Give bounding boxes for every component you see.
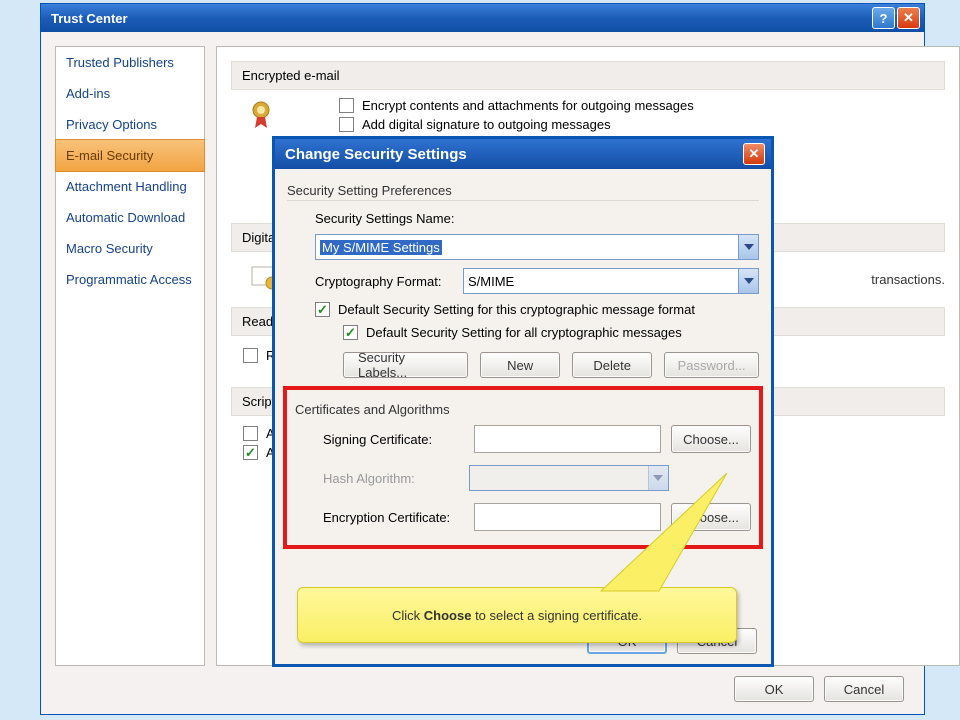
checkbox-sign[interactable] <box>339 117 354 132</box>
main-ok-button[interactable]: OK <box>734 676 814 702</box>
dialog-close-button[interactable]: ✕ <box>743 143 765 165</box>
crypto-format-combo[interactable]: S/MIME <box>463 268 759 294</box>
nav-item-automatic-download[interactable]: Automatic Download <box>56 202 204 233</box>
main-cancel-button[interactable]: Cancel <box>824 676 904 702</box>
nav-item-macro-security[interactable]: Macro Security <box>56 233 204 264</box>
security-labels-button[interactable]: Security Labels... <box>343 352 468 378</box>
callout-text: Click Choose to select a signing certifi… <box>392 607 642 624</box>
nav-item-trusted-publishers[interactable]: Trusted Publishers <box>56 47 204 78</box>
hash-algo-combo <box>469 465 669 491</box>
section-certs: Certificates and Algorithms <box>295 396 751 419</box>
encryption-cert-field[interactable] <box>474 503 661 531</box>
delete-button[interactable]: Delete <box>572 352 652 378</box>
label-sign: Add digital signature to outgoing messag… <box>362 117 611 132</box>
chevron-down-icon <box>648 466 668 490</box>
checkbox-encrypt[interactable] <box>339 98 354 113</box>
checkbox-default-format[interactable] <box>315 302 330 317</box>
choose-encryption-button[interactable]: Choose... <box>671 503 751 531</box>
chevron-down-icon[interactable] <box>738 235 758 259</box>
settings-name-combo[interactable]: My S/MIME Settings <box>315 234 759 260</box>
nav-panel: Trusted PublishersAdd-insPrivacy Options… <box>55 46 205 666</box>
main-footer: OK Cancel <box>734 676 904 702</box>
change-security-dialog: Change Security Settings ✕ Security Sett… <box>272 136 774 667</box>
nav-item-attachment-handling[interactable]: Attachment Handling <box>56 171 204 202</box>
checkbox-default-all[interactable] <box>343 325 358 340</box>
choose-signing-button[interactable]: Choose... <box>671 425 751 453</box>
nav-item-e-mail-security[interactable]: E-mail Security <box>55 139 205 172</box>
label-signing-cert: Signing Certificate: <box>323 432 464 447</box>
new-button[interactable]: New <box>480 352 560 378</box>
dialog-title: Change Security Settings <box>281 146 743 163</box>
checkbox-script-b[interactable] <box>243 445 258 460</box>
label-crypto-format: Cryptography Format: <box>315 274 455 289</box>
group-encrypted-header: Encrypted e-mail <box>231 61 945 90</box>
label-hash-algo: Hash Algorithm: <box>323 471 459 486</box>
nav-item-add-ins[interactable]: Add-ins <box>56 78 204 109</box>
help-button[interactable]: ? <box>872 7 895 29</box>
dialog-titlebar: Change Security Settings ✕ <box>275 139 771 169</box>
password-button: Password... <box>664 352 759 378</box>
checkbox-read[interactable] <box>243 348 258 363</box>
ribbon-icon <box>247 100 275 130</box>
nav-item-programmatic-access[interactable]: Programmatic Access <box>56 264 204 295</box>
callout: Click Choose to select a signing certifi… <box>297 587 737 655</box>
titlebar: Trust Center ? ✕ <box>41 4 924 32</box>
chevron-down-icon[interactable] <box>738 269 758 293</box>
checkbox-script-a[interactable] <box>243 426 258 441</box>
nav-item-privacy-options[interactable]: Privacy Options <box>56 109 204 140</box>
section-preferences: Security Setting Preferences <box>287 177 759 201</box>
label-settings-name: Security Settings Name: <box>315 211 475 226</box>
signing-cert-field[interactable] <box>474 425 661 453</box>
digital-note: transactions. <box>871 272 945 287</box>
highlighted-section: Certificates and Algorithms Signing Cert… <box>283 386 763 549</box>
close-button[interactable]: ✕ <box>897 7 920 29</box>
window-title: Trust Center <box>45 11 870 26</box>
label-encrypt: Encrypt contents and attachments for out… <box>362 98 694 113</box>
label-enc-cert: Encryption Certificate: <box>323 510 464 525</box>
